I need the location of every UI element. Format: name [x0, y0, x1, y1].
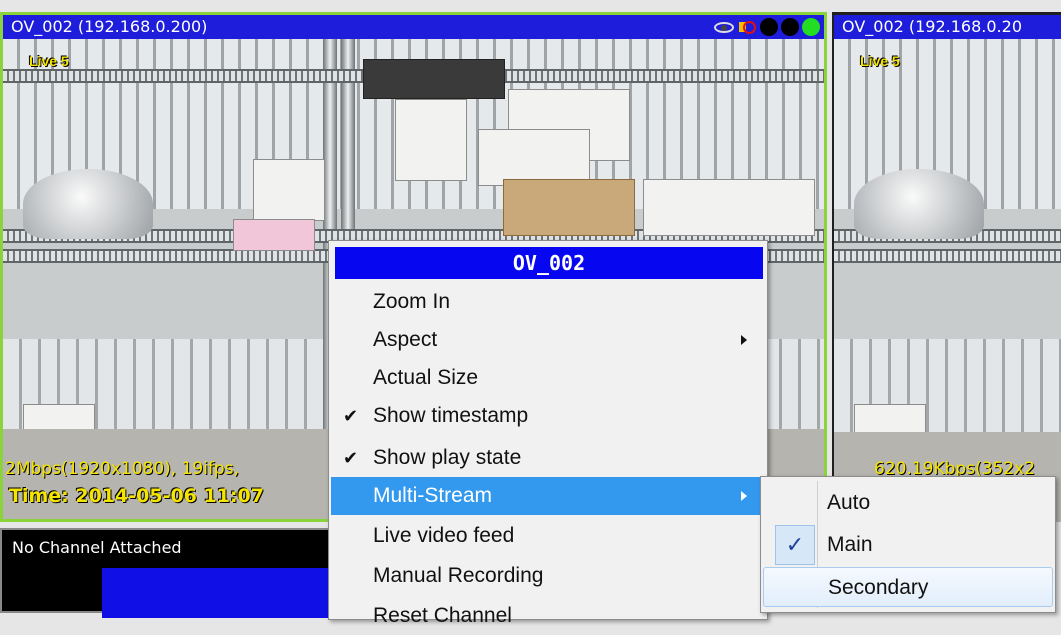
camera-view-secondary[interactable]: OV_002 (192.168.0.20 Live 5 620.19Kbps(3…	[832, 12, 1061, 522]
submenu-item-auto[interactable]: Auto	[763, 483, 1053, 523]
menu-item-multi-stream[interactable]: Multi-Stream	[331, 477, 765, 515]
menu-item-label: Live video feed	[373, 524, 515, 547]
menu-item-label: Reset Channel	[373, 604, 512, 627]
menu-item-live-video-feed[interactable]: Live video feed	[331, 517, 765, 555]
menu-item-label: Zoom In	[373, 290, 451, 313]
live-indicator: Live 5	[860, 53, 900, 69]
submenu-arrow-icon	[741, 335, 747, 345]
submenu-item-label: Main	[827, 533, 873, 556]
no-channel-label: No Channel Attached	[12, 538, 182, 557]
status-dot-icon	[781, 18, 799, 36]
connection-status-icon	[802, 18, 820, 36]
menu-item-label: Actual Size	[373, 366, 479, 389]
checkmark-icon: ✔	[343, 406, 359, 426]
bitrate-text: 2Mbps(1920x1080), 19ifps,	[5, 459, 239, 479]
checkmark-icon: ✔	[343, 448, 359, 468]
menu-item-label: Aspect	[373, 328, 438, 351]
camera-title-bar: OV_002 (192.168.0.200)	[3, 15, 824, 39]
menu-item-label: Manual Recording	[373, 564, 544, 587]
menu-item-zoom-in[interactable]: Zoom In	[331, 283, 765, 321]
submenu-item-label: Auto	[827, 491, 871, 514]
checkmark-icon: ✓	[775, 525, 815, 565]
eye-icon	[714, 21, 734, 33]
submenu-item-secondary[interactable]: Secondary	[763, 567, 1053, 607]
submenu-item-label: Secondary	[828, 576, 929, 599]
menu-item-show-timestamp[interactable]: ✔ Show timestamp	[331, 397, 765, 435]
submenu-item-main[interactable]: ✓ Main	[763, 525, 1053, 565]
menu-item-label: Show play state	[373, 446, 522, 469]
menu-item-manual-recording[interactable]: Manual Recording	[331, 557, 765, 595]
menu-item-reset-channel[interactable]: Reset Channel	[331, 597, 765, 635]
submenu-arrow-icon	[741, 491, 747, 501]
timestamp-text: Time: 2014-05-06 11:07	[9, 485, 264, 507]
menu-item-label: Multi-Stream	[373, 484, 493, 507]
empty-channel-placeholder	[102, 568, 342, 618]
camera-title-bar: OV_002 (192.168.0.20	[834, 15, 1061, 39]
live-indicator: Live 5	[29, 53, 69, 69]
status-icons	[714, 17, 820, 37]
audio-muted-icon	[737, 17, 757, 37]
menu-item-show-play-state[interactable]: ✔ Show play state	[331, 439, 765, 477]
status-dot-icon	[760, 18, 778, 36]
camera-title: OV_002 (192.168.0.20	[842, 17, 1022, 36]
multi-stream-submenu: Auto ✓ Main Secondary	[760, 476, 1056, 613]
menu-item-label: Show timestamp	[373, 404, 529, 427]
menu-item-aspect[interactable]: Aspect	[331, 321, 765, 359]
context-menu-header: OV_002	[335, 247, 763, 279]
video-frame: Live 5 620.19Kbps(352x2	[834, 39, 1061, 522]
camera-title: OV_002 (192.168.0.200)	[11, 17, 208, 36]
context-menu: OV_002 Zoom In Aspect Actual Size ✔ Show…	[328, 240, 768, 627]
menu-item-actual-size[interactable]: Actual Size	[331, 359, 765, 397]
